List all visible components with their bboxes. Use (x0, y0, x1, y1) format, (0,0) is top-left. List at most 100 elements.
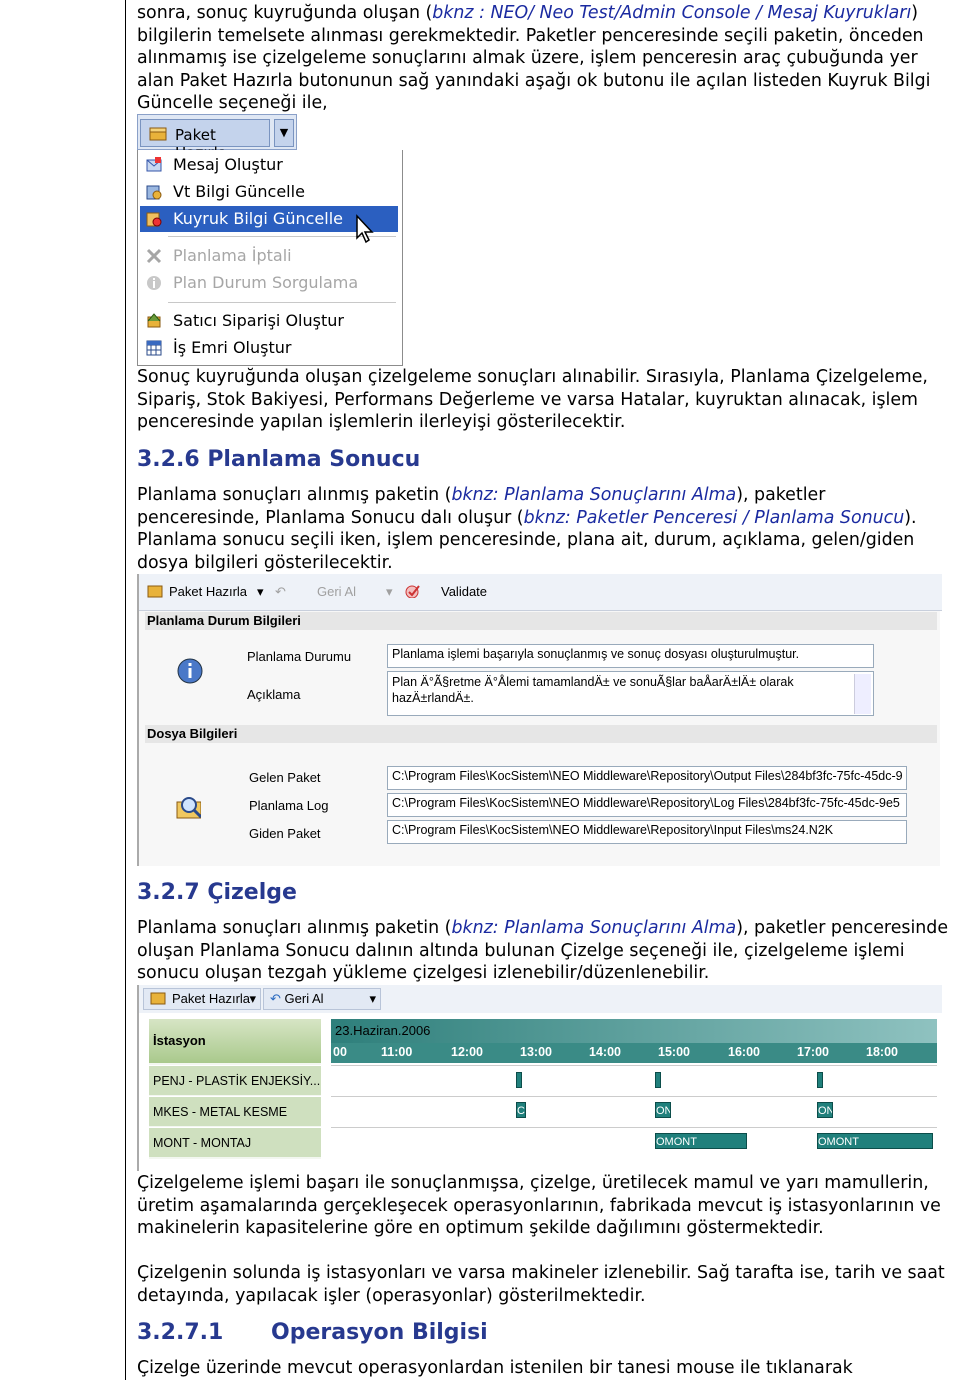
info-icon (147, 276, 161, 290)
text-run: Planlama sonuçları alınmış paketin ( (137, 918, 452, 938)
menu-item-planlama-iptali[interactable]: Planlama İptali (140, 243, 398, 269)
aciklama-label: Açıklama (247, 687, 301, 702)
bar-label: OMONT (656, 1136, 697, 1148)
station-column: İstasyon PENJ - PLASTİK ENJEKSİY... MKES… (149, 1019, 321, 1159)
geri-al-button[interactable]: Geri Al (317, 584, 356, 599)
section-heading-3-2-7: 3.2.7 Çizelge (137, 880, 297, 905)
dropdown-arrow-button[interactable]: ▼ (274, 119, 294, 147)
chevron-down-icon[interactable]: ▾ (369, 989, 376, 1009)
timeline-date: 23.Haziran.2006 (331, 1019, 937, 1043)
menu-item-label: İş Emri Oluştur (173, 338, 292, 357)
operation-bar[interactable]: ON (817, 1102, 833, 1118)
geri-al-button[interactable]: ↶ Geri Al ▾ (263, 988, 381, 1010)
hour-label: 17:00 (797, 1045, 829, 1059)
reference-link[interactable]: bknz: Planlama Sonuçlarını Alma (451, 918, 736, 938)
mouse-cursor-icon (356, 214, 374, 244)
planlama-sonucu-screenshot: Paket Hazırla ▾ ↶ Geri Al ▾ Validate Pla… (137, 574, 942, 866)
timeline-row (331, 1096, 937, 1126)
grid-icon (146, 340, 162, 356)
hour-label: 15:00 (658, 1045, 690, 1059)
hour-label: 12:00 (451, 1045, 483, 1059)
folder-search-icon (176, 797, 201, 819)
planlama-log-field[interactable]: C:\Program Files\KocSistem\NEO Middlewar… (387, 793, 907, 817)
menu-separator (168, 302, 396, 303)
operation-bar[interactable]: C (516, 1102, 526, 1118)
menu-item-plan-durum-sorgulama[interactable]: Plan Durum Sorgulama (140, 270, 398, 296)
station-row[interactable]: PENJ - PLASTİK ENJEKSİY... (149, 1065, 321, 1095)
intro-paragraph: sonra, sonuç kuyruğunda oluşan (bknz : N… (137, 2, 949, 115)
station-row[interactable]: MONT - MONTAJ (149, 1127, 321, 1157)
validate-label: Validate (441, 584, 488, 599)
paket-hazirla-button[interactable]: Paket Hazırla (147, 584, 247, 599)
hour-label: 00 (333, 1045, 347, 1059)
timeline-area: 23.Haziran.2006 00 11:00 12:00 13:00 14:… (331, 1019, 937, 1159)
package-icon (147, 585, 163, 598)
menu-screenshot: Paket Hazırla ▼ Mesaj Oluştur Vt Bilgi G… (137, 114, 403, 366)
operation-bar[interactable]: OMONT (655, 1133, 747, 1149)
section-title: Operasyon Bilgisi (271, 1320, 488, 1345)
package-icon (150, 992, 166, 1005)
section-title: Planlama Sonucu (207, 447, 421, 472)
reference-link[interactable]: bknz: Paketler Penceresi / Planlama Sonu… (524, 508, 905, 528)
paket-hazirla-button[interactable]: Paket Hazırla ▾ (143, 988, 261, 1010)
giden-paket-field[interactable]: C:\Program Files\KocSistem\NEO Middlewar… (387, 820, 907, 844)
chevron-down-icon[interactable]: ▾ (257, 584, 264, 600)
validate-icon (405, 585, 420, 598)
hour-label: 14:00 (589, 1045, 621, 1059)
hour-label: 16:00 (728, 1045, 760, 1059)
section-heading-3-2-6: 3.2.6 Planlama Sonucu (137, 447, 420, 472)
geri-al-label: Geri Al (284, 991, 324, 1006)
menu-item-mesaj-olustur[interactable]: Mesaj Oluştur (140, 152, 398, 178)
operasyon-bilgisi-paragraph: Çizelge üzerinde mevcut operasyonlardan … (137, 1358, 853, 1378)
timeline-hours: 00 11:00 12:00 13:00 14:00 15:00 16:00 1… (331, 1043, 937, 1063)
station-header: İstasyon (149, 1019, 321, 1063)
cizelge-explanation-paragraph: Çizelgeleme işlemi başarı ile sonuçlanmı… (137, 1173, 941, 1238)
cancel-x-icon (146, 248, 162, 264)
station-row[interactable]: MKES - METAL KESME (149, 1096, 321, 1126)
cizelge-paragraph: Planlama sonuçları alınmış paketin (bknz… (137, 917, 949, 985)
section-title: Çizelge (207, 880, 297, 905)
menu-item-vt-bilgi-guncelle[interactable]: Vt Bilgi Güncelle (140, 179, 398, 205)
chevron-down-icon[interactable]: ▾ (386, 584, 393, 600)
gelen-paket-field[interactable]: C:\Program Files\KocSistem\NEO Middlewar… (387, 766, 907, 790)
reference-link[interactable]: bknz : NEO/ Neo Test/Admin Console / Mes… (432, 3, 911, 23)
menu-item-label: Kuyruk Bilgi Güncelle (173, 209, 343, 228)
hour-label: 13:00 (520, 1045, 552, 1059)
planlama-durumu-field[interactable]: Planlama işlemi başarıyla sonuçlanmış ve… (387, 644, 874, 668)
paket-hazirla-label: Paket Hazırla (169, 584, 248, 599)
gantt-toolbar: Paket Hazırla ▾ ↶ Geri Al ▾ (139, 985, 942, 1013)
menu-item-is-emri-olustur[interactable]: İş Emri Oluştur (140, 335, 398, 361)
planlama-durumu-label: Planlama Durumu (247, 649, 352, 664)
operation-bar[interactable] (655, 1072, 661, 1088)
bar-label: ON (818, 1105, 833, 1117)
queue-update-icon (146, 212, 162, 227)
menu-item-label: Vt Bilgi Güncelle (173, 182, 305, 201)
hour-label: 11:00 (381, 1045, 413, 1059)
db-update-icon (146, 185, 162, 200)
package-icon (149, 127, 167, 141)
menu-item-satici-siparisi-olustur[interactable]: Satıcı Siparişi Oluştur (140, 308, 398, 334)
menu-item-label: Mesaj Oluştur (173, 155, 283, 174)
timeline-row (331, 1065, 937, 1095)
menu-item-label: Satıcı Siparişi Oluştur (173, 311, 344, 330)
operation-bar[interactable]: ON (655, 1102, 671, 1118)
section-number: 3.2.6 (137, 447, 200, 472)
undo-icon: ↶ (270, 991, 281, 1006)
aciklama-field[interactable]: Plan Ä°Ã§retme Ä°Ålemi tamamlandÄ± ve so… (387, 671, 874, 716)
validate-button[interactable]: Validate (405, 584, 487, 599)
reference-link[interactable]: bknz: Planlama Sonuçlarını Alma (451, 485, 736, 505)
operation-bar[interactable] (817, 1072, 823, 1088)
paket-hazirla-label: Paket Hazırla (172, 991, 251, 1006)
paket-hazirla-button[interactable]: Paket Hazırla (140, 119, 270, 162)
bar-label: OMONT (818, 1136, 859, 1148)
section-heading-3-2-7-1: 3.2.7.1 Operasyon Bilgisi (137, 1320, 488, 1345)
cizelge-screenshot: Paket Hazırla ▾ ↶ Geri Al ▾ İstasyon PENJ … (137, 985, 942, 1171)
paket-hazirla-toolbar: Paket Hazırla ▼ (137, 114, 297, 162)
operation-bar[interactable] (516, 1072, 522, 1088)
operation-bar[interactable]: OMONT (817, 1133, 933, 1149)
text-run: sonra, sonuç kuyruğunda oluşan ( (137, 3, 433, 23)
result-toolbar: Paket Hazırla ▾ ↶ Geri Al ▾ Validate (139, 574, 942, 611)
aciklama-text: Plan Ä°Ã§retme Ä°Ålemi tamamlandÄ± ve so… (392, 675, 794, 705)
chevron-down-icon[interactable]: ▾ (249, 989, 256, 1009)
scrollbar[interactable] (854, 674, 871, 714)
